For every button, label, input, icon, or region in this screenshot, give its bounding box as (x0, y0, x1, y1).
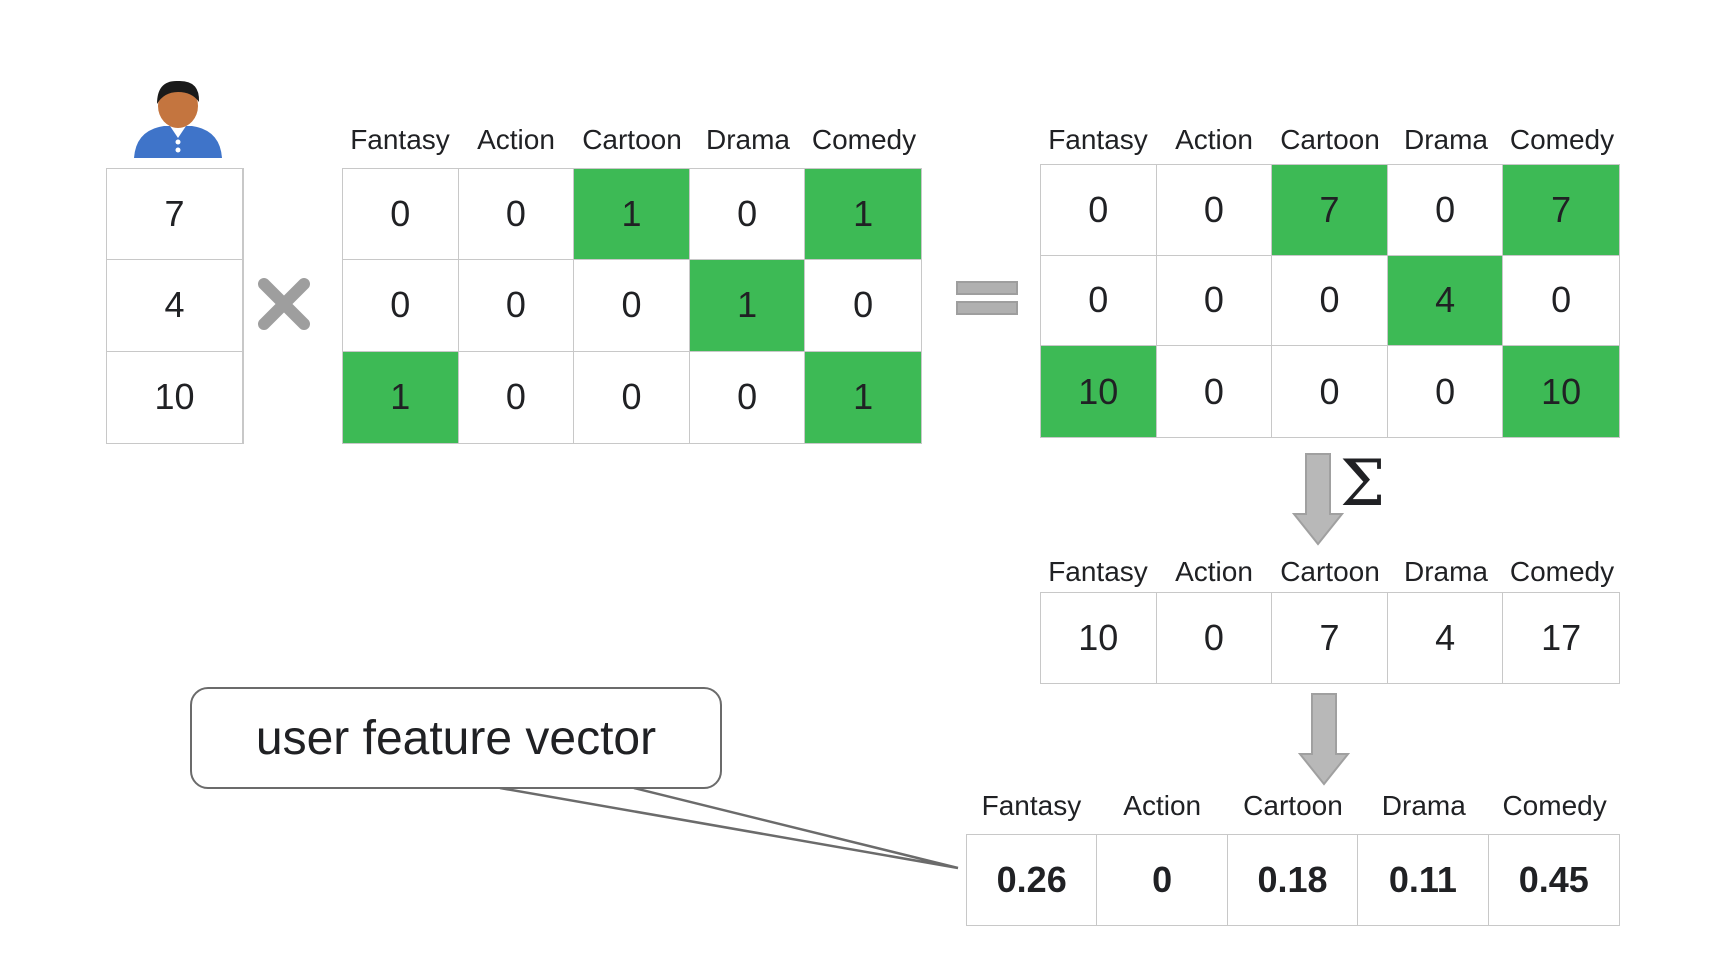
feature-vector-callout: user feature vector (190, 687, 722, 789)
callout-label: user feature vector (255, 711, 657, 765)
callout-pointer (499, 786, 959, 870)
